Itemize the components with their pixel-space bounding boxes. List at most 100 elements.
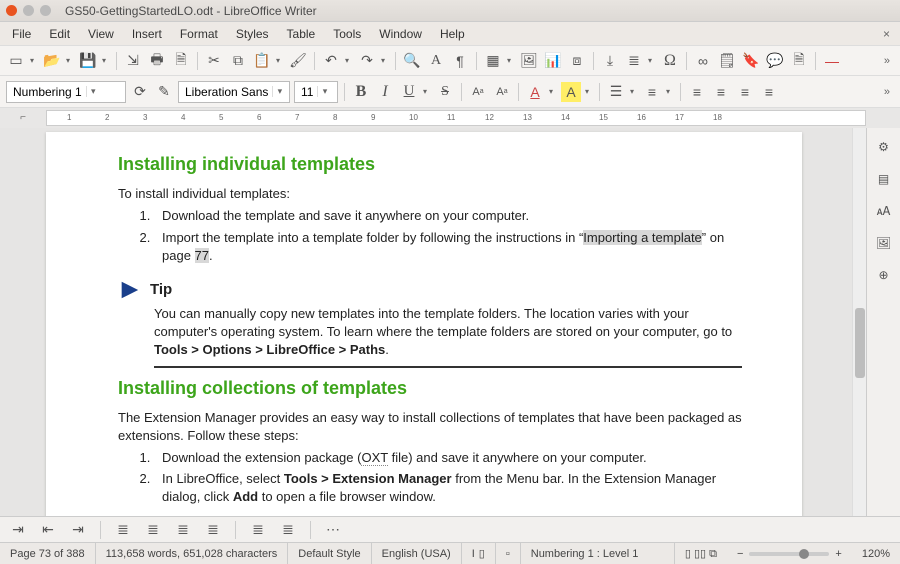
gallery-panel-icon[interactable]: 🖼 [873, 232, 895, 254]
chevron-down-icon[interactable]: ▾ [317, 86, 331, 97]
status-page[interactable]: Page 73 of 388 [0, 543, 96, 564]
page-break-icon[interactable]: ⤓ [600, 51, 620, 71]
image-icon[interactable]: 🖼 [519, 51, 539, 71]
menu-help[interactable]: Help [432, 24, 473, 44]
ruler[interactable]: ⌐ 123456789101112131415161718 [0, 108, 900, 128]
italic-button[interactable]: I [375, 82, 395, 102]
zoom-knob[interactable] [799, 549, 809, 559]
fmt-overflow[interactable]: » [880, 86, 894, 98]
track-changes-icon[interactable]: 🗎 [789, 51, 809, 71]
superscript-button[interactable]: Aa [468, 82, 488, 102]
list-icon[interactable]: ≣ [143, 520, 163, 540]
menu-view[interactable]: View [80, 24, 122, 44]
list-icon[interactable]: ≣ [113, 520, 133, 540]
bold-button[interactable]: B [351, 82, 371, 102]
properties-panel-icon[interactable]: ▤ [873, 168, 895, 190]
clone-format-icon[interactable]: 🖌 [288, 51, 308, 71]
textbox-icon[interactable]: ⧈ [567, 51, 587, 71]
menu-insert[interactable]: Insert [124, 24, 170, 44]
chevron-down-icon[interactable]: ▾ [272, 86, 286, 97]
number-list-button[interactable]: ≡ [642, 82, 662, 102]
hyperlink-icon[interactable]: ∞ [693, 51, 713, 71]
paragraph-style-combo[interactable]: Numbering 1▾ [6, 81, 126, 103]
close-window-button[interactable] [6, 5, 17, 16]
minimize-window-button[interactable] [23, 5, 34, 16]
redo-dropdown[interactable]: ▾ [381, 56, 389, 65]
menu-styles[interactable]: Styles [228, 24, 277, 44]
highlight-dropdown[interactable]: ▾ [585, 87, 593, 96]
save-icon[interactable]: 💾 [78, 51, 98, 71]
more-icon[interactable]: ⋯ [323, 520, 343, 540]
undo-icon[interactable]: ↶ [321, 51, 341, 71]
align-justify-button[interactable]: ≡ [759, 82, 779, 102]
page-scroll-area[interactable]: Installing individual templates To insta… [0, 128, 852, 516]
formatting-marks-icon[interactable]: ¶ [450, 51, 470, 71]
bookmark-icon[interactable]: 🔖 [741, 51, 761, 71]
zoom-slider[interactable] [749, 552, 829, 556]
indent-icon[interactable]: ⇤ [38, 520, 58, 540]
zoom-controls[interactable]: − + [727, 543, 852, 564]
zoom-out-button[interactable]: − [737, 548, 743, 560]
scroll-thumb[interactable] [855, 308, 865, 378]
bullet-list-button[interactable]: ☰ [606, 82, 626, 102]
status-view-icons[interactable]: ▯ ▯▯ ⧉ [675, 543, 727, 564]
highlight-button[interactable]: A [561, 82, 581, 102]
tab-icon[interactable]: ⇥ [8, 520, 28, 540]
navigator-panel-icon[interactable]: ⊕ [873, 264, 895, 286]
subscript-button[interactable]: Aa [492, 82, 512, 102]
paste-icon[interactable]: 📋 [252, 51, 272, 71]
status-selection-mode[interactable]: ▫ [496, 543, 521, 564]
special-char-icon[interactable]: Ω [660, 51, 680, 71]
table-dropdown[interactable]: ▾ [507, 56, 515, 65]
status-style[interactable]: Default Style [288, 543, 371, 564]
save-dropdown[interactable]: ▾ [102, 56, 110, 65]
list-icon[interactable]: ≣ [203, 520, 223, 540]
new-doc-icon[interactable]: ▭ [6, 51, 26, 71]
new-dropdown[interactable]: ▾ [30, 56, 38, 65]
bullet-dropdown[interactable]: ▾ [630, 87, 638, 96]
columns-dropdown[interactable]: ▾ [648, 56, 656, 65]
comment-icon[interactable]: 💬 [765, 51, 785, 71]
font-color-button[interactable]: A [525, 82, 545, 102]
status-outline[interactable]: Numbering 1 : Level 1 [521, 543, 675, 564]
maximize-window-button[interactable] [40, 5, 51, 16]
strikethrough-button[interactable]: S [435, 82, 455, 102]
doc-close-button[interactable]: × [877, 27, 896, 41]
sidebar-settings-icon[interactable]: ⚙ [873, 136, 895, 158]
chevron-down-icon[interactable]: ▾ [86, 86, 100, 97]
horizontal-ruler[interactable]: 123456789101112131415161718 [46, 110, 866, 126]
toolbar-overflow[interactable]: » [880, 55, 894, 67]
line-icon[interactable]: — [822, 51, 842, 71]
menu-file[interactable]: File [4, 24, 39, 44]
vertical-scrollbar[interactable] [852, 128, 866, 516]
styles-panel-icon[interactable]: 🗚 [873, 200, 895, 222]
print-preview-icon[interactable]: 🗎 [171, 51, 191, 71]
font-color-dropdown[interactable]: ▾ [549, 87, 557, 96]
columns-icon[interactable]: ≣ [624, 51, 644, 71]
underline-button[interactable]: U [399, 82, 419, 102]
paste-dropdown[interactable]: ▾ [276, 56, 284, 65]
list-icon[interactable]: ≣ [248, 520, 268, 540]
list-icon[interactable]: ≣ [278, 520, 298, 540]
document-page[interactable]: Installing individual templates To insta… [46, 132, 802, 516]
zoom-percent[interactable]: 120% [852, 543, 900, 564]
footnote-icon[interactable]: 🗒 [717, 51, 737, 71]
list-icon[interactable]: ≣ [173, 520, 193, 540]
find-icon[interactable]: 🔍 [402, 51, 422, 71]
status-language[interactable]: English (USA) [372, 543, 462, 564]
menu-table[interactable]: Table [279, 24, 324, 44]
status-insert-mode[interactable]: I▯ [462, 543, 496, 564]
menu-format[interactable]: Format [172, 24, 226, 44]
number-dropdown[interactable]: ▾ [666, 87, 674, 96]
spellcheck-icon[interactable]: A [426, 51, 446, 71]
print-icon[interactable]: 🖶 [147, 51, 167, 71]
align-left-button[interactable]: ≡ [687, 82, 707, 102]
indent2-icon[interactable]: ⇥ [68, 520, 88, 540]
menu-edit[interactable]: Edit [41, 24, 78, 44]
open-dropdown[interactable]: ▾ [66, 56, 74, 65]
table-icon[interactable]: ▦ [483, 51, 503, 71]
font-size-combo[interactable]: 11▾ [294, 81, 338, 103]
export-pdf-icon[interactable]: ⇲ [123, 51, 143, 71]
align-center-button[interactable]: ≡ [711, 82, 731, 102]
zoom-in-button[interactable]: + [835, 548, 841, 560]
